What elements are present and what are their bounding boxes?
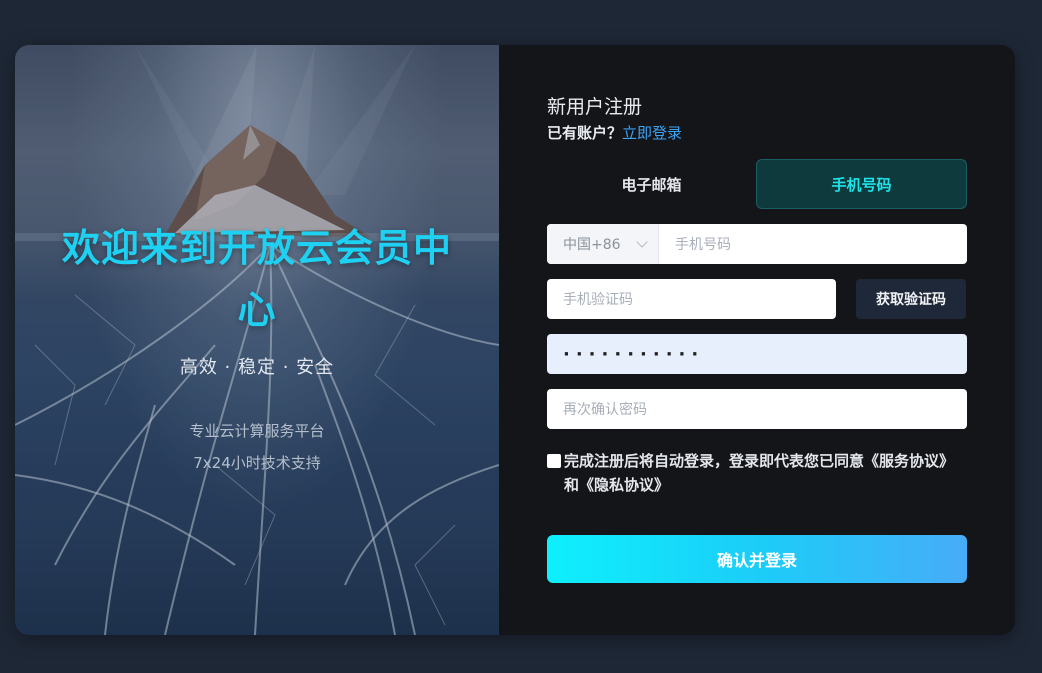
chevron-down-icon <box>636 236 648 248</box>
hero-panel: 欢迎来到开放云会员中心 高效 · 稳定 · 安全 专业云计算服务平台 7x24小… <box>15 45 499 635</box>
confirm-password-placeholder: 再次确认密码 <box>563 402 647 418</box>
password-row: ··········· <box>547 334 967 374</box>
confirm-row: 再次确认密码 <box>547 389 967 429</box>
register-card: 欢迎来到开放云会员中心 高效 · 稳定 · 安全 专业云计算服务平台 7x24小… <box>15 45 1015 635</box>
hero-tagline: 高效 · 稳定 · 安全 <box>179 357 335 378</box>
register-form: 新用户注册 已有账户？立即登录 电子邮箱 手机号码 中国+86 手机号码 手机验… <box>499 45 1015 635</box>
login-prompt: 已有账户？立即登录 <box>547 122 967 144</box>
code-row: 手机验证码 获取验证码 <box>547 279 967 319</box>
phone-row: 中国+86 手机号码 <box>547 224 967 264</box>
sms-code-input[interactable]: 手机验证码 <box>547 279 836 319</box>
country-code-value: 中国+86 <box>563 237 621 253</box>
password-input[interactable]: ··········· <box>547 334 967 374</box>
phone-placeholder: 手机号码 <box>675 237 731 253</box>
country-code-select[interactable]: 中国+86 <box>547 224 659 264</box>
submit-button[interactable]: 确认并登录 <box>547 535 967 583</box>
agreement-row: 完成注册后将自动登录，登录即代表您已同意《服务协议》和《隐私协议》 <box>547 449 967 497</box>
hero-desc-line-2: 7x24小时技术支持 <box>193 454 321 472</box>
agreement-checkbox[interactable] <box>547 454 561 468</box>
tab-phone[interactable]: 手机号码 <box>756 159 967 209</box>
login-link[interactable]: 立即登录 <box>622 124 682 142</box>
hero-desc-line-1: 专业云计算服务平台 <box>189 422 325 440</box>
hero-title: 欢迎来到开放云会员中心 <box>61 226 452 332</box>
agreement-text: 完成注册后将自动登录，登录即代表您已同意《服务协议》和《隐私协议》 <box>564 452 955 494</box>
phone-input-group: 中国+86 手机号码 <box>547 224 967 264</box>
hero-text-block: 欢迎来到开放云会员中心 高效 · 稳定 · 安全 专业云计算服务平台 7x24小… <box>15 217 499 479</box>
get-code-button[interactable]: 获取验证码 <box>856 279 966 319</box>
has-account-text: 已有账户？ <box>547 124 623 142</box>
register-method-tabs: 电子邮箱 手机号码 <box>547 159 967 209</box>
hero-description: 专业云计算服务平台 7x24小时技术支持 <box>15 415 499 479</box>
phone-input[interactable]: 手机号码 <box>659 224 967 264</box>
sms-code-placeholder: 手机验证码 <box>563 292 633 308</box>
confirm-password-input[interactable]: 再次确认密码 <box>547 389 967 429</box>
tab-email[interactable]: 电子邮箱 <box>547 159 756 209</box>
form-title: 新用户注册 <box>547 96 643 118</box>
